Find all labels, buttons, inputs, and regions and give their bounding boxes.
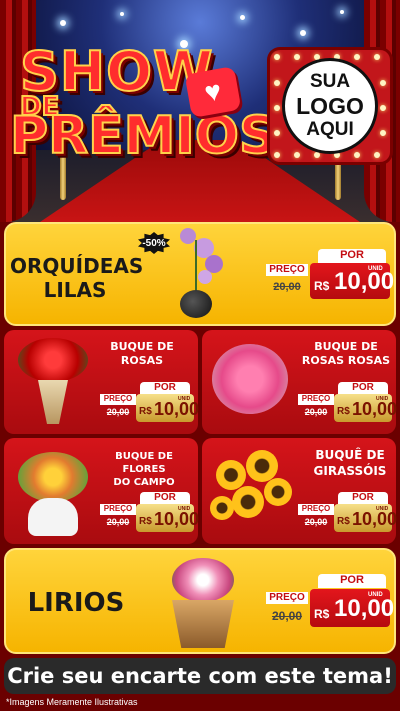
spotlight [240, 15, 245, 20]
logo-line2: LOGO [296, 92, 364, 119]
price-value: 10,00 [352, 509, 398, 529]
logo-line1: SUA [309, 70, 351, 92]
product-card-rosas-rosas[interactable]: BUQUE DE ROSAS ROSAS POR PREÇO 20,00 R$ … [202, 330, 397, 434]
preco-label: PREÇO [298, 394, 334, 405]
preco-label: PREÇO [266, 264, 308, 276]
title-premios: PRÊMIOS [9, 105, 277, 167]
currency: R$ [337, 516, 350, 527]
currency: R$ [314, 607, 330, 621]
product-name: BUQUE DE ROSAS [110, 340, 174, 368]
unit-label: UNID [178, 506, 191, 512]
logo-placeholder: SUA LOGO AQUI [282, 58, 378, 154]
currency: R$ [314, 279, 330, 293]
unit-label: UNID [376, 506, 389, 512]
old-price: 20,00 [271, 609, 303, 623]
por-label: POR [338, 382, 388, 394]
old-price: 20,00 [304, 407, 328, 417]
price-box: R$ 10,00 UNID [310, 589, 394, 627]
currency: R$ [139, 406, 152, 417]
logo-line3: AQUI [306, 119, 354, 141]
product-name: BUQUE DE FLORES DO CAMPO [113, 451, 175, 488]
product-card-flores-campo[interactable]: BUQUE DE FLORES DO CAMPO POR PREÇO 20,00… [4, 438, 199, 544]
preco-label: PREÇO [266, 592, 308, 604]
price-box: R$ 10,00 UNID [136, 394, 199, 422]
price-value: 10,00 [334, 268, 395, 295]
preco-label: PREÇO [100, 394, 136, 405]
price-value: 10,00 [334, 595, 395, 622]
price-box: R$ 10,00 UNID [136, 504, 199, 532]
price-value: 10,00 [154, 509, 200, 529]
unit-label: UNID [368, 266, 383, 272]
product-name: BUQUE DE ROSAS ROSAS [301, 340, 391, 368]
product-name: ORQUÍDEAS LILAS [10, 254, 144, 302]
heart-icon: ♥ [184, 65, 242, 119]
price-value: 10,00 [154, 399, 200, 419]
product-name: BUQUÊ DE GIRASSÓIS [313, 448, 387, 478]
price-value: 10,00 [352, 399, 398, 419]
por-label: POR [140, 382, 190, 394]
spotlight [60, 20, 66, 26]
product-card-girassois[interactable]: BUQUÊ DE GIRASSÓIS POR PREÇO 20,00 R$ 10… [202, 438, 397, 544]
unit-label: UNID [178, 396, 191, 402]
por-label: POR [338, 492, 388, 504]
spotlight [120, 12, 124, 16]
price-box: R$ 10,00 UNID [334, 394, 397, 422]
product-name: LIRIOS [27, 588, 125, 618]
currency: R$ [337, 406, 350, 417]
logo-sign: SUA LOGO AQUI [270, 50, 390, 162]
currency: R$ [139, 516, 152, 527]
disclaimer-text: *Imagens Meramente Ilustrativas [6, 697, 138, 707]
por-label: POR [318, 574, 386, 588]
old-price: 20,00 [304, 517, 328, 527]
unit-label: UNID [376, 396, 389, 402]
product-card-buque-rosas[interactable]: BUQUE DE ROSAS POR PREÇO 20,00 R$ 10,00 … [4, 330, 199, 434]
preco-label: PREÇO [298, 504, 334, 515]
por-label: POR [318, 249, 386, 263]
price-box: R$ 10,00 UNID [310, 263, 394, 299]
por-label: POR [140, 492, 190, 504]
price-box: R$ 10,00 UNID [334, 504, 397, 532]
spotlight [300, 30, 306, 36]
old-price: 20,00 [273, 281, 301, 293]
old-price: 20,00 [106, 517, 130, 527]
preco-label: PREÇO [100, 504, 136, 515]
unit-label: UNID [368, 592, 383, 598]
spotlight [340, 10, 344, 14]
cta-banner[interactable]: Crie seu encarte com este tema! [4, 658, 396, 694]
old-price: 20,00 [106, 407, 130, 417]
hero-banner: SHOW DE PRÊMIOS ♥ SUA LOGO AQUI [0, 0, 400, 222]
